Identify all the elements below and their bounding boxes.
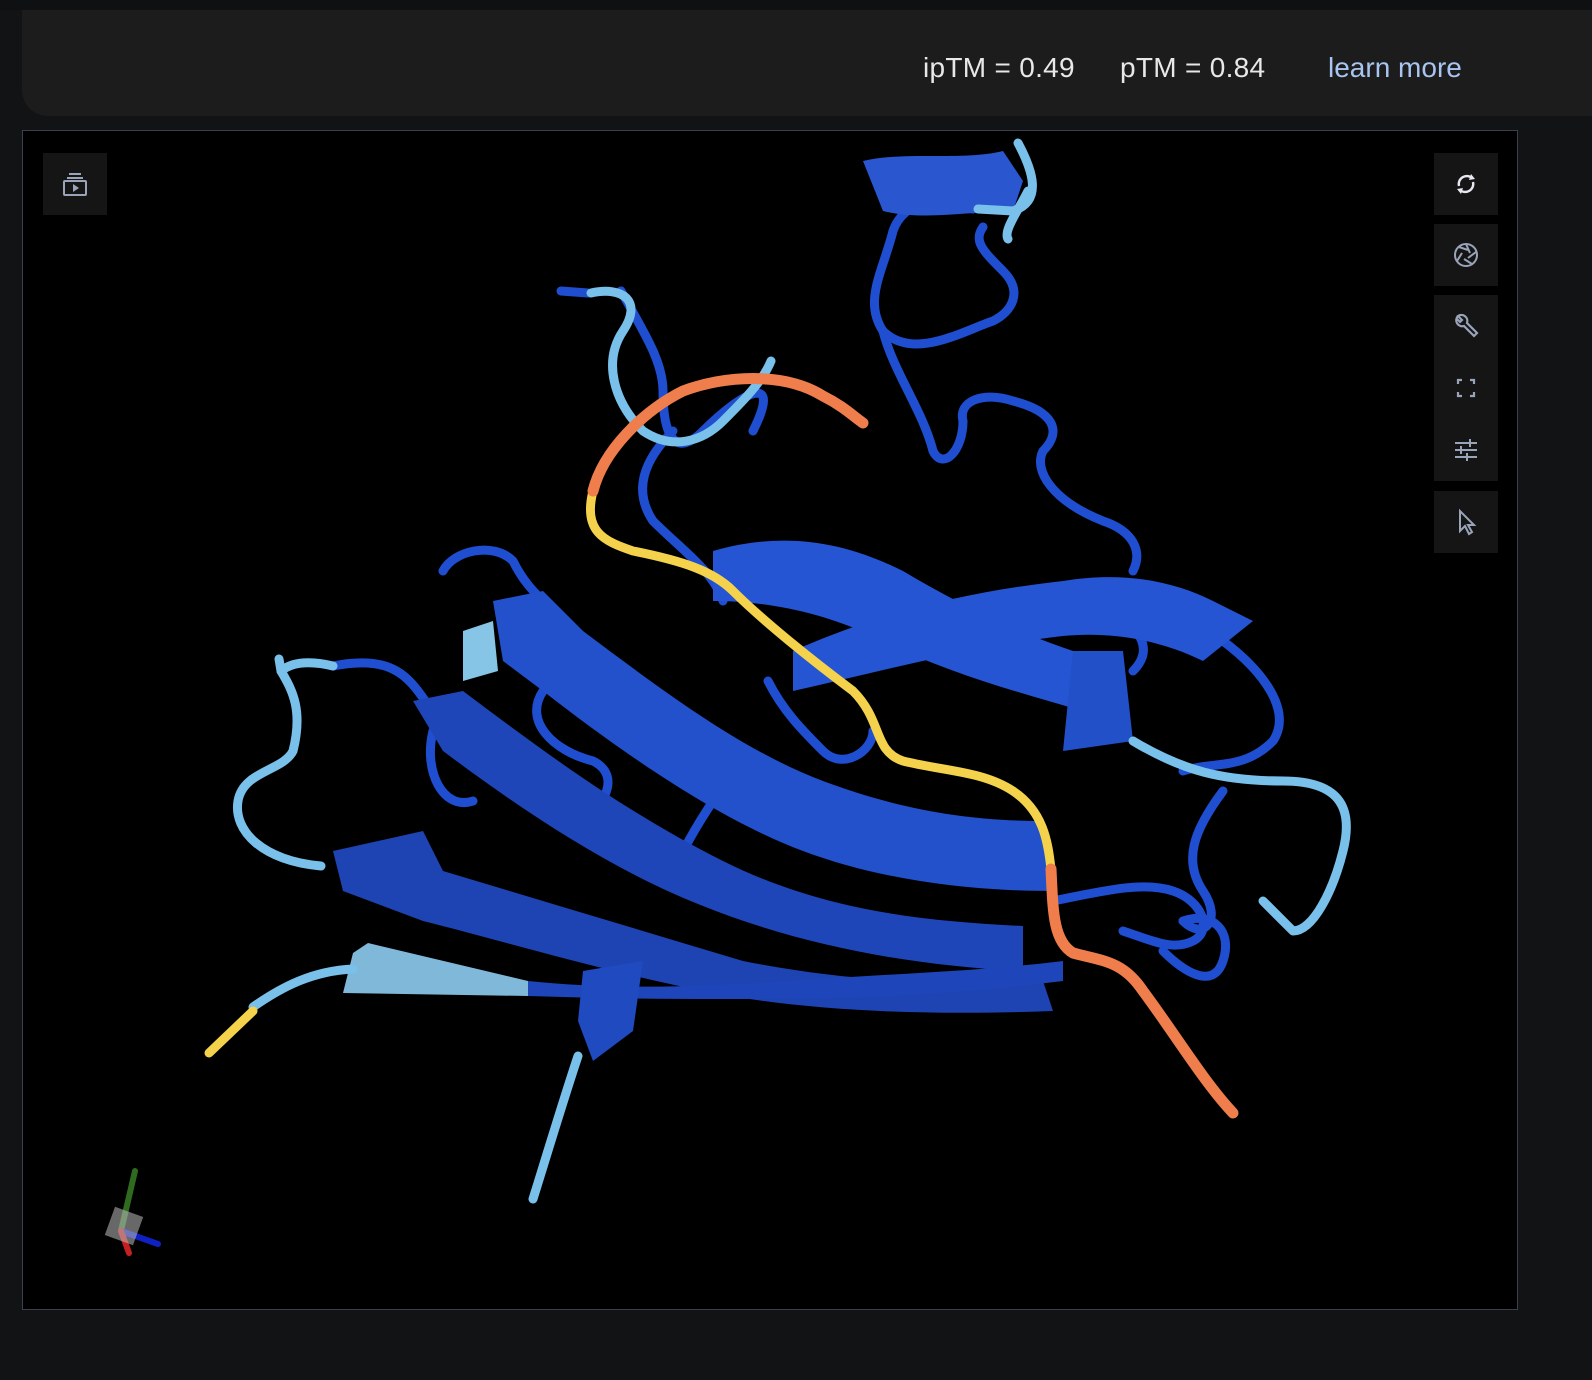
animation-play-button[interactable]	[43, 153, 107, 215]
learn-more-link[interactable]: learn more	[1328, 52, 1462, 84]
cursor-icon	[1459, 508, 1477, 536]
fullscreen-button[interactable]	[1434, 357, 1498, 419]
controls-button[interactable]	[1434, 419, 1498, 481]
select-mode-button[interactable]	[1434, 491, 1498, 553]
animation-play-icon	[63, 173, 87, 196]
rotate-button[interactable]	[1434, 153, 1498, 215]
top-strip	[0, 0, 1592, 10]
metrics-header: ipTM = 0.49 pTM = 0.84 learn more	[22, 10, 1592, 116]
fullscreen-icon	[1456, 378, 1476, 398]
iptm-score: ipTM = 0.49	[923, 52, 1075, 83]
rotate-icon	[1457, 174, 1475, 194]
camera-shutter-icon	[1454, 243, 1478, 267]
settings-tools-button[interactable]	[1434, 295, 1498, 357]
screenshot-button[interactable]	[1434, 224, 1498, 286]
structure-viewer[interactable]	[22, 130, 1518, 1310]
sliders-icon	[1455, 439, 1477, 461]
ptm-score: pTM = 0.84	[1120, 52, 1266, 83]
axis-gizmo	[104, 1168, 161, 1256]
protein-structure-render[interactable]	[23, 131, 1518, 1310]
beta-strands	[333, 151, 1253, 1061]
wrench-icon	[1455, 313, 1479, 338]
